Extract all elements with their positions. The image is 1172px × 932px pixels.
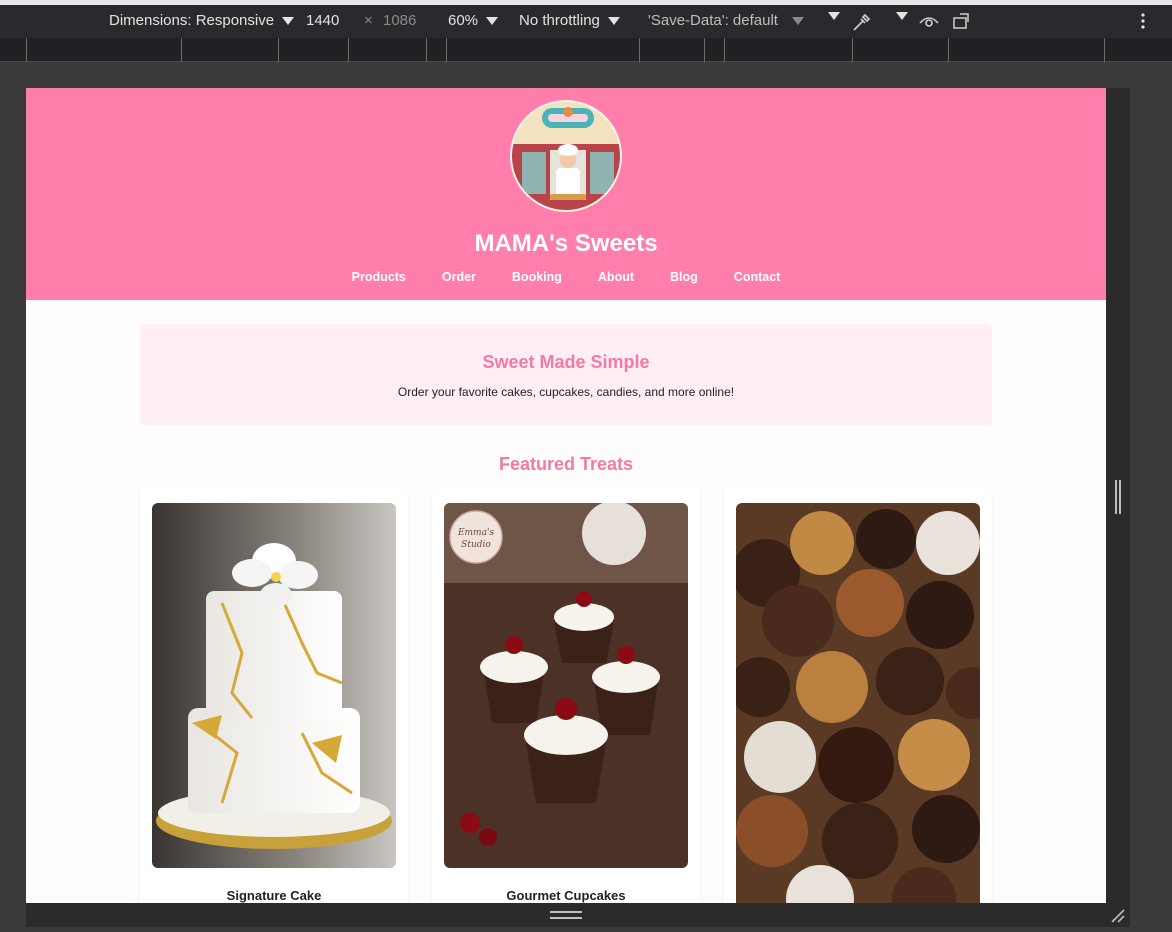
times-glyph: ×: [364, 12, 373, 29]
hero-banner: Sweet Made Simple Order your favorite ca…: [140, 324, 992, 425]
chevron-down-icon: [607, 16, 620, 25]
height-input[interactable]: 1086: [383, 12, 416, 29]
featured-title: Featured Treats: [498, 454, 634, 474]
product-card-cupcakes[interactable]: Emma's Studio Gourmet Cupcakes: [432, 488, 700, 903]
nav-item-blog[interactable]: Blog: [652, 270, 716, 284]
chevron-down-icon: [896, 12, 908, 20]
throttling-value: No throttling: [519, 12, 600, 29]
product-card-name: Signature Cake: [226, 888, 322, 903]
height-value: 1086: [383, 12, 417, 29]
product-card-cake[interactable]: Signature Cake: [140, 488, 408, 903]
eyedropper-icon[interactable]: [850, 12, 872, 32]
zoom-dropdown[interactable]: 60%: [448, 12, 499, 29]
width-value: 1440: [306, 12, 340, 29]
resize-handle-bottom[interactable]: [550, 911, 582, 919]
svg-text:Emma's: Emma's: [457, 528, 494, 538]
save-data-dropdown[interactable]: 'Save-Data': default: [648, 12, 804, 29]
site-title: MAMA's Sweets: [474, 230, 658, 257]
eye-icon[interactable]: [918, 12, 940, 30]
dimensions-label: Dimensions: Responsive: [109, 12, 275, 29]
main-nav: Products Order Booking About Blog Contac…: [26, 270, 1106, 284]
vision-dropdown[interactable]: [888, 12, 908, 20]
throttling-dropdown[interactable]: No throttling: [519, 12, 620, 29]
nav-item-contact[interactable]: Contact: [716, 270, 799, 284]
swap-dimensions-icon[interactable]: ×: [364, 12, 373, 29]
more-dropdown[interactable]: [820, 12, 840, 20]
cake-image[interactable]: [152, 503, 396, 868]
zoom-value: 60%: [448, 12, 479, 29]
nav-item-booking[interactable]: Booking: [494, 270, 580, 284]
chevron-down-icon: [828, 12, 840, 20]
page-viewport: MAMA's Sweets Products Order Booking Abo…: [26, 88, 1106, 903]
dimensions-dropdown[interactable]: Dimensions: Responsive: [109, 12, 295, 29]
hero-subtitle: Order your favorite cakes, cupcakes, can…: [397, 385, 735, 399]
nav-item-about[interactable]: About: [580, 270, 652, 284]
devtools-device-toolbar: Dimensions: Responsive 1440 × 1086 60% N…: [0, 0, 1172, 38]
nav-item-products[interactable]: Products: [334, 270, 424, 284]
product-card-name: Gourmet Cupcakes: [506, 888, 626, 903]
chevron-down-icon: [791, 16, 804, 25]
truffles-image[interactable]: [736, 503, 980, 903]
width-input[interactable]: 1440: [306, 12, 339, 29]
media-query-ruler[interactable]: [0, 38, 1172, 62]
rotate-icon[interactable]: [952, 12, 974, 30]
nav-item-order[interactable]: Order: [424, 270, 494, 284]
resize-corner-icon[interactable]: [1108, 906, 1126, 924]
svg-text:Studio: Studio: [461, 540, 491, 550]
save-data-value: 'Save-Data': default: [648, 12, 778, 29]
resize-handle-right[interactable]: [1115, 480, 1121, 514]
chevron-down-icon: [282, 16, 295, 25]
cupcakes-image[interactable]: Emma's Studio: [444, 503, 688, 868]
hero-title: Sweet Made Simple: [482, 352, 650, 372]
product-card-truffles[interactable]: [724, 488, 992, 903]
bakery-logo[interactable]: [510, 100, 622, 212]
chevron-down-icon: [486, 16, 499, 25]
more-options-icon[interactable]: [1140, 12, 1146, 30]
site-header: MAMA's Sweets Products Order Booking Abo…: [26, 88, 1106, 300]
